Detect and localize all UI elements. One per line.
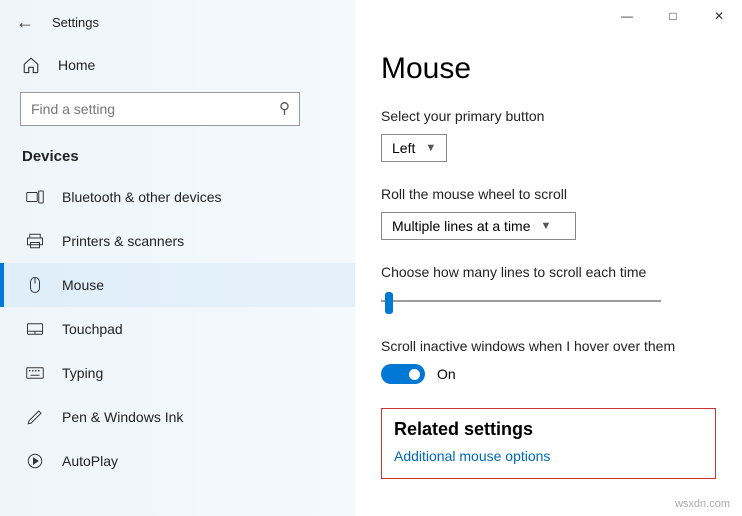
content-pane: — □ ✕ Mouse Select your primary button L… xyxy=(355,0,742,516)
primary-button-setting: Select your primary button Left ▼ xyxy=(381,108,716,162)
scroll-wheel-setting: Roll the mouse wheel to scroll Multiple … xyxy=(381,186,716,240)
nav-autoplay[interactable]: AutoPlay xyxy=(0,439,355,483)
nav-list: Bluetooth & other devices Printers & sca… xyxy=(0,175,355,483)
touchpad-icon xyxy=(26,320,44,338)
nav-bluetooth[interactable]: Bluetooth & other devices xyxy=(0,175,355,219)
app-title: Settings xyxy=(52,15,99,30)
home-icon xyxy=(22,56,40,74)
nav-touchpad[interactable]: Touchpad xyxy=(0,307,355,351)
minimize-button[interactable]: — xyxy=(604,0,650,32)
nav-label: Mouse xyxy=(62,277,104,293)
section-header: Devices xyxy=(0,136,355,175)
home-label: Home xyxy=(58,57,95,73)
nav-label: Pen & Windows Ink xyxy=(62,409,183,425)
nav-label: Bluetooth & other devices xyxy=(62,189,222,205)
scroll-wheel-label: Roll the mouse wheel to scroll xyxy=(381,186,716,202)
search-wrap: ⚲ xyxy=(0,86,355,136)
page-title: Mouse xyxy=(381,52,716,86)
keyboard-icon xyxy=(26,364,44,382)
inactive-label: Scroll inactive windows when I hover ove… xyxy=(381,338,716,354)
back-button[interactable]: ← xyxy=(16,12,34,33)
nav-label: Printers & scanners xyxy=(62,233,184,249)
search-icon: ⚲ xyxy=(279,99,290,117)
toggle-state: On xyxy=(437,366,456,382)
lines-setting: Choose how many lines to scroll each tim… xyxy=(381,264,716,314)
autoplay-icon xyxy=(26,452,44,470)
slider-track xyxy=(381,300,661,302)
nav-pen[interactable]: Pen & Windows Ink xyxy=(0,395,355,439)
scroll-wheel-value: Multiple lines at a time xyxy=(392,218,531,234)
scroll-wheel-select[interactable]: Multiple lines at a time ▼ xyxy=(381,212,576,240)
slider-thumb[interactable] xyxy=(385,292,393,314)
toggle-knob xyxy=(409,369,420,380)
primary-button-value: Left xyxy=(392,140,415,156)
related-settings-box: Related settings Additional mouse option… xyxy=(381,408,716,479)
lines-label: Choose how many lines to scroll each tim… xyxy=(381,264,716,280)
nav-typing[interactable]: Typing xyxy=(0,351,355,395)
inactive-toggle[interactable] xyxy=(381,364,425,384)
nav-label: Typing xyxy=(62,365,103,381)
search-input[interactable] xyxy=(20,92,300,126)
related-title: Related settings xyxy=(394,419,703,440)
nav-printers[interactable]: Printers & scanners xyxy=(0,219,355,263)
inactive-setting: Scroll inactive windows when I hover ove… xyxy=(381,338,716,384)
window-controls: — □ ✕ xyxy=(604,0,742,32)
mouse-icon xyxy=(26,276,44,294)
devices-icon xyxy=(26,188,44,206)
primary-button-select[interactable]: Left ▼ xyxy=(381,134,447,162)
titlebar: ← Settings xyxy=(0,0,355,44)
printer-icon xyxy=(26,232,44,250)
primary-button-label: Select your primary button xyxy=(381,108,716,124)
sidebar: ← Settings Home ⚲ Devices Bluetooth & ot… xyxy=(0,0,355,516)
lines-slider[interactable] xyxy=(381,290,661,314)
additional-mouse-options-link[interactable]: Additional mouse options xyxy=(394,448,703,464)
chevron-down-icon: ▼ xyxy=(541,220,552,232)
nav-label: AutoPlay xyxy=(62,453,118,469)
nav-label: Touchpad xyxy=(62,321,123,337)
watermark: wsxdn.com xyxy=(675,498,730,510)
maximize-button[interactable]: □ xyxy=(650,0,696,32)
pen-icon xyxy=(26,408,44,426)
close-button[interactable]: ✕ xyxy=(696,0,742,32)
home-nav[interactable]: Home xyxy=(0,44,355,86)
nav-mouse[interactable]: Mouse xyxy=(0,263,355,307)
chevron-down-icon: ▼ xyxy=(425,142,436,154)
